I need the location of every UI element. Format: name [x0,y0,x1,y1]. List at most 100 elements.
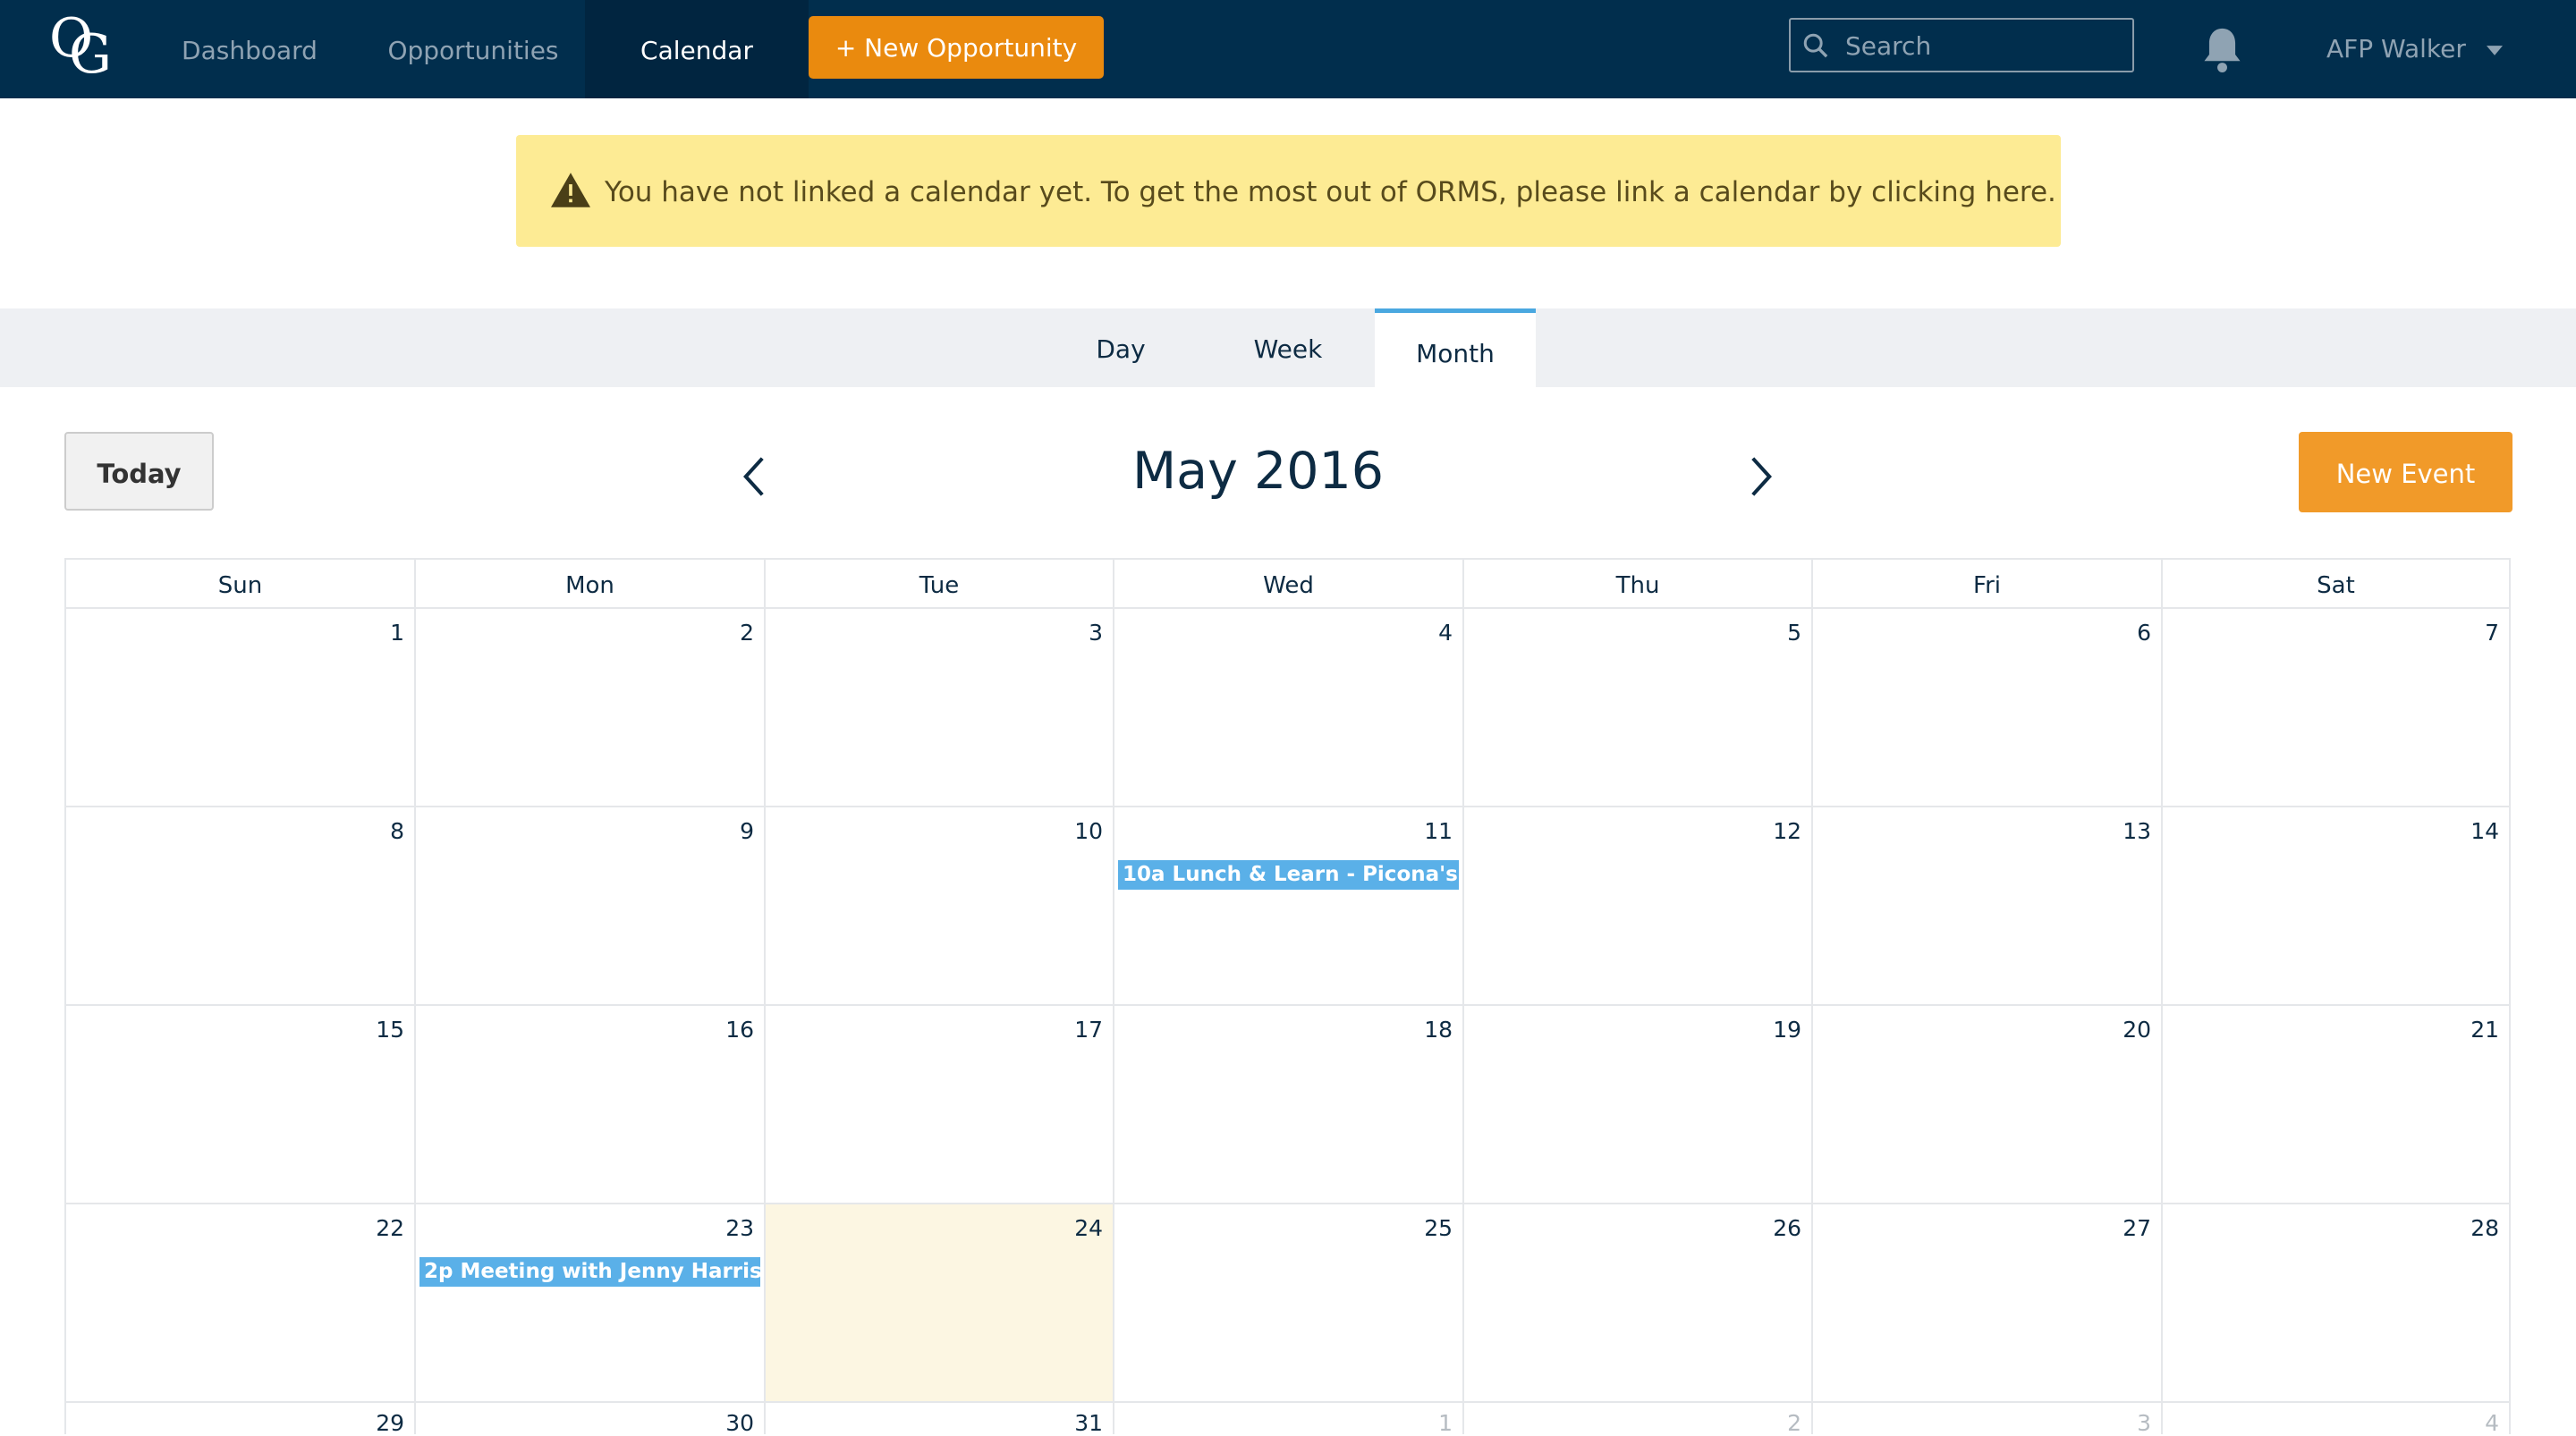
user-menu[interactable]: AFP Walker [2326,34,2503,63]
day-cell[interactable]: 2 [414,607,764,806]
day-cell[interactable]: 23 2p Meeting with Jenny Harris [414,1203,764,1401]
top-nav: OG Dashboard Opportunities Calendar + Ne… [0,0,2576,98]
weekday-header: Fri [1811,558,2161,607]
day-cell[interactable]: 13 [1811,806,2161,1004]
day-number: 24 [1074,1215,1103,1241]
weekday-header: Sun [64,558,414,607]
day-cell[interactable]: 2 [1462,1401,1811,1434]
day-number: 22 [376,1215,404,1241]
day-cell[interactable]: 19 [1462,1004,1811,1203]
day-number: 4 [2485,1410,2499,1436]
day-cell[interactable]: 22 [64,1203,414,1401]
new-opportunity-button[interactable]: + New Opportunity [809,16,1104,79]
day-cell[interactable]: 30 [414,1401,764,1434]
day-cell[interactable]: 8 [64,806,414,1004]
day-cell[interactable]: 11 10a Lunch & Learn - Picona's [1113,806,1462,1004]
chevron-left-icon[interactable] [742,455,766,498]
day-number: 1 [390,620,404,646]
day-number: 30 [725,1410,754,1436]
day-cell[interactable]: 1 [64,607,414,806]
day-cell[interactable]: 5 [1462,607,1811,806]
calendar-link-alert[interactable]: You have not linked a calendar yet. To g… [516,135,2061,247]
tab-month[interactable]: Month [1375,308,1536,387]
day-number: 2 [740,620,754,646]
day-cell[interactable]: 6 [1811,607,2161,806]
day-cell[interactable]: 16 [414,1004,764,1203]
day-number: 9 [740,818,754,844]
day-number: 16 [725,1017,754,1043]
day-cell[interactable]: 25 [1113,1203,1462,1401]
day-number: 5 [1787,620,1801,646]
day-cell[interactable]: 9 [414,806,764,1004]
day-cell[interactable]: 1 [1113,1401,1462,1434]
day-number: 19 [1773,1017,1801,1043]
day-number: 23 [725,1215,754,1241]
new-event-button[interactable]: New Event [2299,432,2512,512]
weekday-header: Mon [414,558,764,607]
warning-icon [551,173,590,207]
day-cell[interactable]: 24 [764,1203,1113,1401]
day-number: 2 [1787,1410,1801,1436]
nav-opportunities[interactable]: Opportunities [361,0,585,98]
calendar-event[interactable]: 2p Meeting with Jenny Harris [419,1257,760,1287]
day-cell[interactable]: 12 [1462,806,1811,1004]
day-number: 21 [2470,1017,2499,1043]
day-number: 8 [390,818,404,844]
chevron-right-icon[interactable] [1750,455,1773,498]
day-cell[interactable]: 17 [764,1004,1113,1203]
day-number: 11 [1424,818,1453,844]
day-cell[interactable]: 20 [1811,1004,2161,1203]
tab-week[interactable]: Week [1206,308,1370,387]
day-number: 10 [1074,818,1103,844]
day-cell[interactable]: 18 [1113,1004,1462,1203]
day-cell[interactable]: 3 [764,607,1113,806]
day-number: 3 [1089,620,1103,646]
day-cell[interactable]: 4 [2161,1401,2511,1434]
bell-icon[interactable] [2199,25,2245,74]
search-input[interactable]: Search [1789,18,2134,72]
tab-day[interactable]: Day [1038,308,1203,387]
day-cell[interactable]: 10 [764,806,1113,1004]
caret-down-icon [2486,45,2503,55]
day-cell[interactable]: 14 [2161,806,2511,1004]
today-button[interactable]: Today [64,432,214,511]
day-cell[interactable]: 15 [64,1004,414,1203]
weekday-header: Thu [1462,558,1811,607]
day-number: 3 [2137,1410,2151,1436]
view-tabs: Day Week Month [0,308,2576,387]
day-number: 27 [2123,1215,2151,1241]
day-cell[interactable]: 29 [64,1401,414,1434]
nav-dashboard[interactable]: Dashboard [157,0,342,98]
day-number: 26 [1773,1215,1801,1241]
month-title: May 2016 [1131,442,1385,501]
day-cell[interactable]: 26 [1462,1203,1811,1401]
day-cell[interactable]: 21 [2161,1004,2511,1203]
nav-calendar[interactable]: Calendar [585,0,809,98]
day-number: 18 [1424,1017,1453,1043]
day-number: 14 [2470,818,2499,844]
day-number: 17 [1074,1017,1103,1043]
day-cell[interactable]: 31 [764,1401,1113,1434]
calendar-event[interactable]: 10a Lunch & Learn - Picona's [1118,860,1459,890]
day-number: 15 [376,1017,404,1043]
user-name: AFP Walker [2326,34,2466,63]
weekday-header: Wed [1113,558,1462,607]
logo[interactable]: OG [49,7,121,92]
day-cell[interactable]: 3 [1811,1401,2161,1434]
day-cell[interactable]: 27 [1811,1203,2161,1401]
search-placeholder: Search [1845,31,1932,61]
day-cell[interactable]: 7 [2161,607,2511,806]
day-number: 1 [1438,1410,1453,1436]
day-number: 4 [1438,620,1453,646]
day-number: 7 [2485,620,2499,646]
day-number: 12 [1773,818,1801,844]
day-cell[interactable]: 28 [2161,1203,2511,1401]
day-cell[interactable]: 4 [1113,607,1462,806]
alert-text: You have not linked a calendar yet. To g… [605,176,2056,208]
day-number: 20 [2123,1017,2151,1043]
search-icon [1803,33,1828,58]
day-number: 13 [2123,818,2151,844]
weekday-header: Tue [764,558,1113,607]
weekday-header: Sat [2161,558,2511,607]
day-number: 28 [2470,1215,2499,1241]
